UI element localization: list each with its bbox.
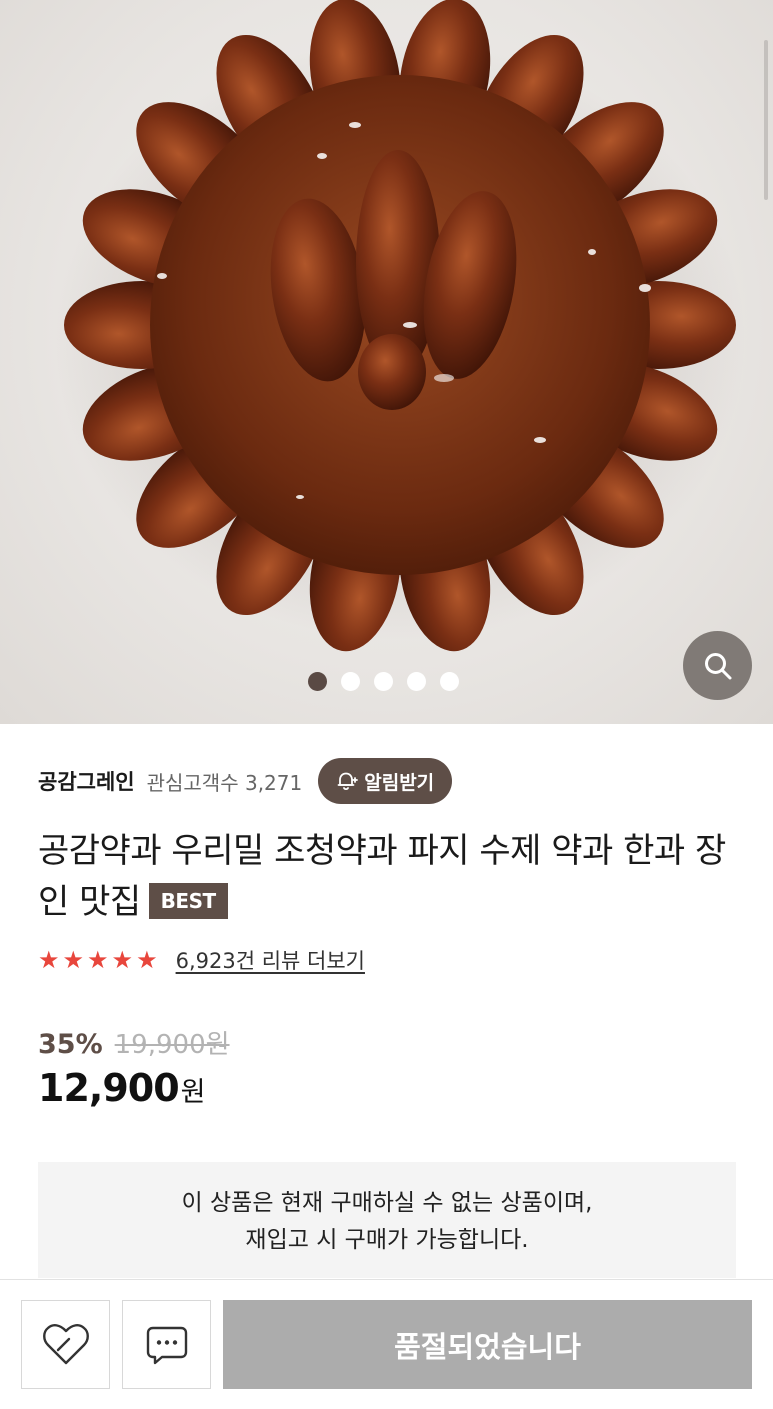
discount-row: 35% 19,900원 xyxy=(38,1024,230,1061)
soldout-notice: 이 상품은 현재 구매하실 수 없는 상품이며, 재입고 시 구매가 가능합니다… xyxy=(38,1162,736,1278)
image-scrollbar[interactable] xyxy=(764,40,768,200)
star-icon: ★ xyxy=(136,946,158,974)
alert-label: 알림받기 xyxy=(364,771,435,794)
bell-plus-icon xyxy=(337,772,359,791)
product-title: 공감약과 우리밀 조청약과 파지 수제 약과 한과 장인 맛집 BEST xyxy=(38,826,738,928)
notice-line-2: 재입고 시 구매가 가능합니다. xyxy=(245,1227,529,1253)
seller-name[interactable]: 공감그레인 xyxy=(38,766,135,796)
product-detail-page: 공감그레인 관심고객수 3,271 알림받기 공감약과 우리밀 조청약과 파지 … xyxy=(0,0,773,1409)
rating-row: ★ ★ ★ ★ ★ 6,923건 리뷰 더보기 xyxy=(38,942,365,978)
review-link[interactable]: 6,923건 리뷰 더보기 xyxy=(176,945,365,975)
original-price: 19,900원 xyxy=(114,1030,230,1060)
heart-icon xyxy=(42,1323,89,1364)
carousel-dot-3[interactable] xyxy=(374,672,393,691)
star-icon: ★ xyxy=(38,946,60,974)
product-title-text: 공감약과 우리밀 조청약과 파지 수제 약과 한과 장인 맛집 xyxy=(38,831,726,922)
alert-subscribe-button[interactable]: 알림받기 xyxy=(318,758,453,804)
star-icon: ★ xyxy=(62,946,85,974)
carousel-dot-1[interactable] xyxy=(308,672,327,691)
product-image-gallery[interactable] xyxy=(0,0,773,724)
star-icon: ★ xyxy=(87,946,109,974)
currency-unit: 원 xyxy=(180,1077,206,1108)
rating-stars: ★ ★ ★ ★ ★ xyxy=(38,948,158,972)
yakgwa-photo xyxy=(55,0,745,652)
chat-bubble-icon xyxy=(146,1326,187,1364)
watchers-count: 관심고객수 3,271 xyxy=(146,770,303,795)
carousel-pagination xyxy=(308,672,459,691)
carousel-dot-5[interactable] xyxy=(440,672,459,691)
discount-rate: 35% xyxy=(38,1029,103,1060)
sale-price-row: 12,900 원 xyxy=(38,1066,205,1110)
bottom-action-bar: 품절되었습니다 xyxy=(0,1279,773,1409)
chat-button[interactable] xyxy=(122,1300,211,1389)
search-icon xyxy=(704,652,731,679)
carousel-dot-2[interactable] xyxy=(341,672,360,691)
notice-line-1: 이 상품은 현재 구매하실 수 없는 상품이며, xyxy=(181,1190,593,1216)
wishlist-button[interactable] xyxy=(21,1300,110,1389)
carousel-dot-4[interactable] xyxy=(407,672,426,691)
best-badge: BEST xyxy=(148,882,228,919)
star-icon: ★ xyxy=(111,946,134,974)
sale-price: 12,900 xyxy=(38,1066,180,1110)
soldout-button[interactable]: 품절되었습니다 xyxy=(223,1300,752,1389)
seller-row: 공감그레인 관심고객수 3,271 알림받기 xyxy=(38,758,453,804)
zoom-button[interactable] xyxy=(683,631,752,700)
